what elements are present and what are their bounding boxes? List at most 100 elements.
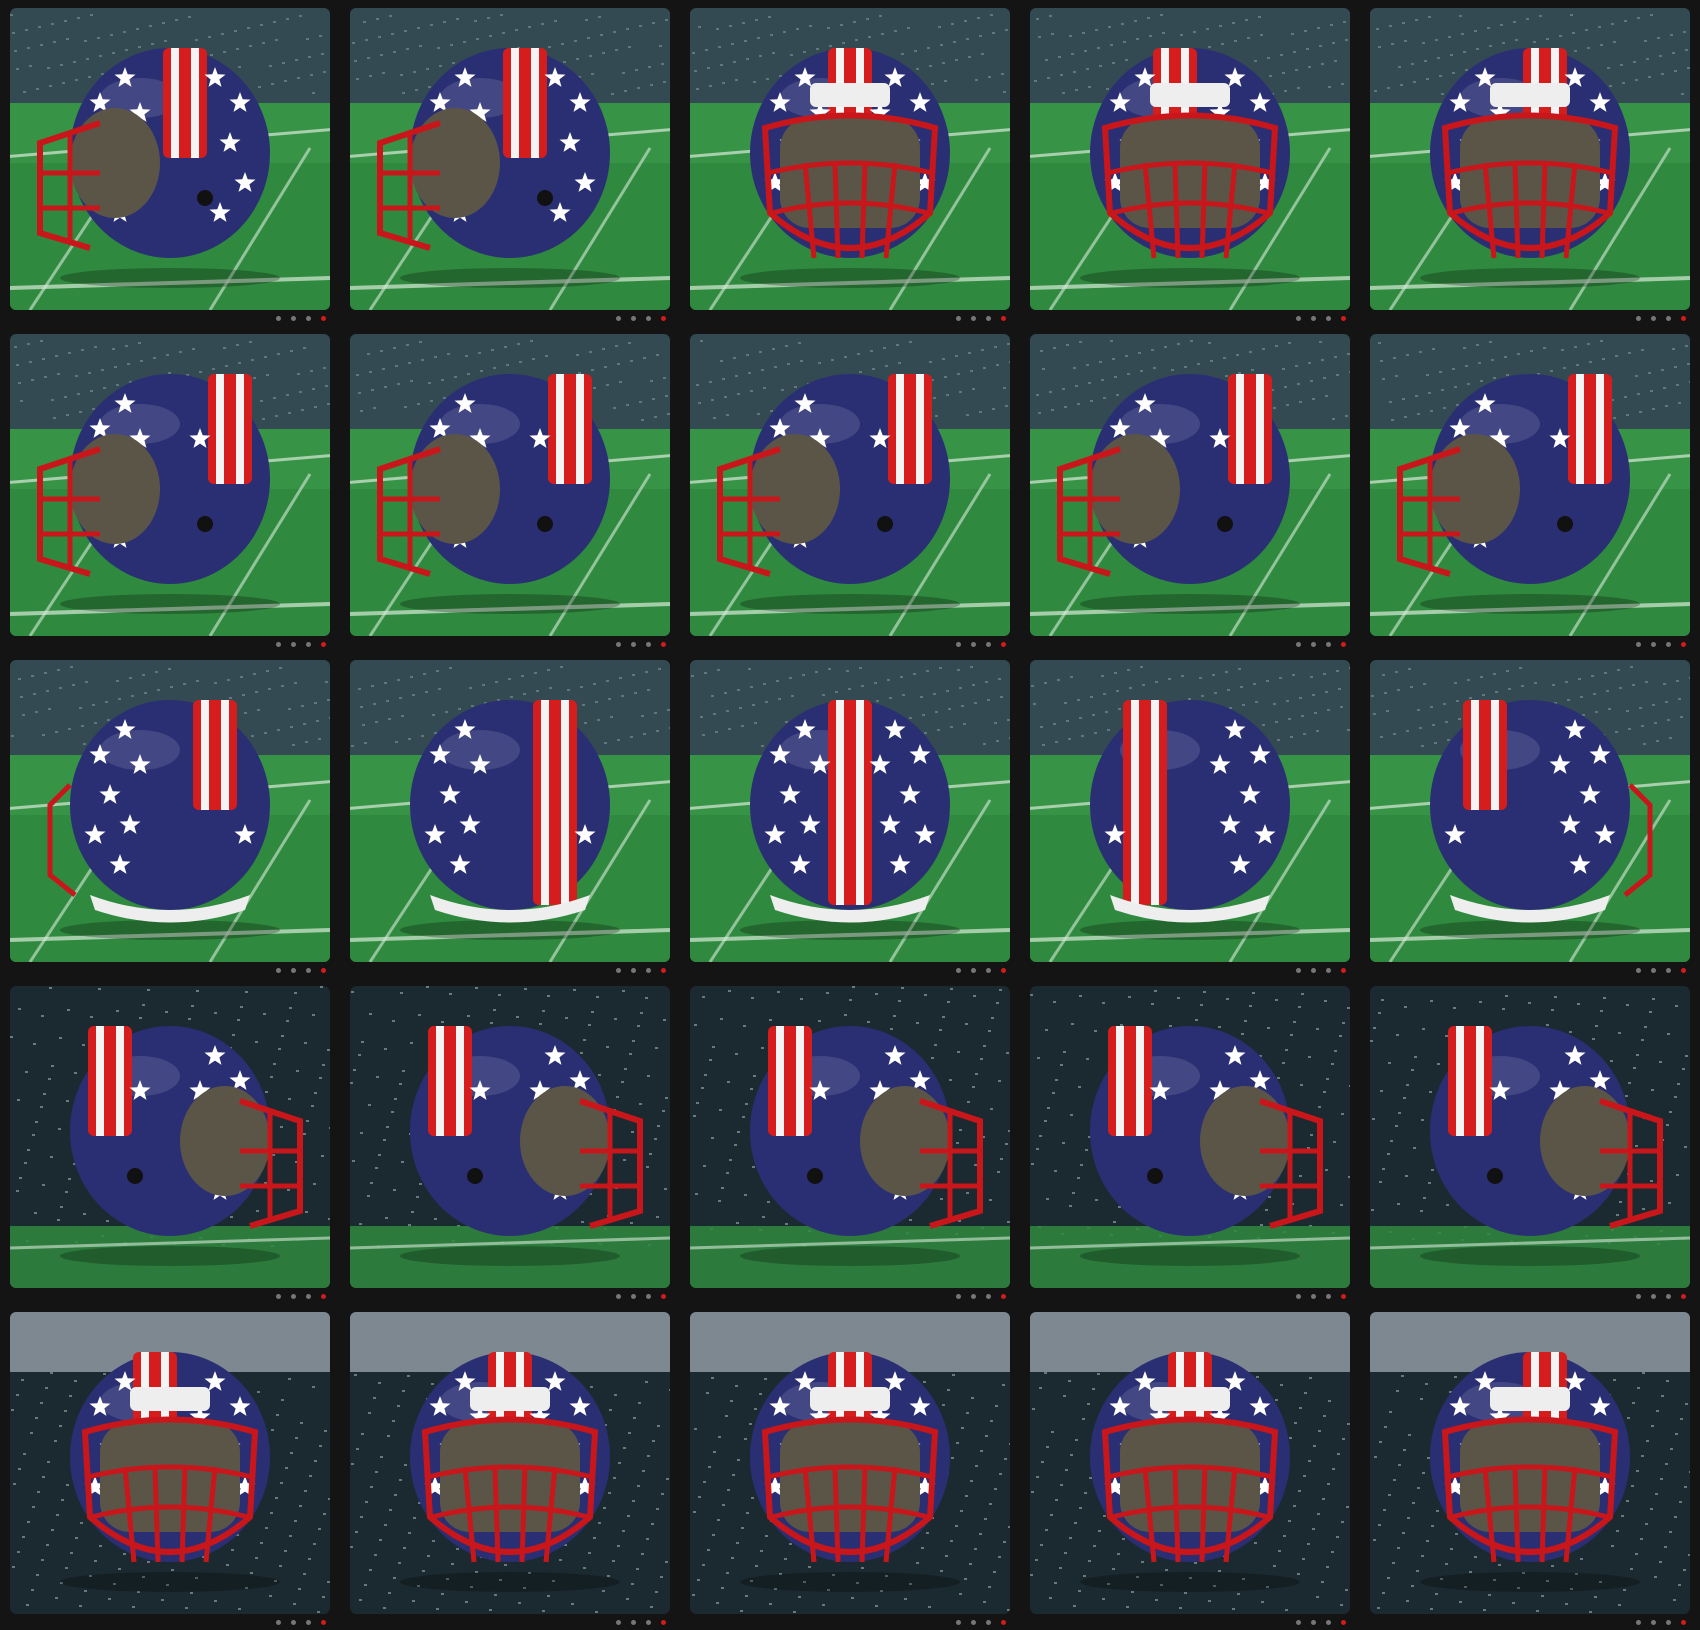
control-dot-icon: [971, 1293, 976, 1299]
helmet-render-right: [340, 978, 680, 1304]
render-frame: [1030, 986, 1350, 1288]
helmet-render-front-low-3: [1020, 1304, 1360, 1630]
helmet-render-front: [680, 0, 1020, 326]
control-dot-icon: [1311, 1619, 1316, 1625]
control-dot-icon: [1311, 967, 1316, 973]
control-dot-icon: [631, 315, 636, 321]
helmet-image: [1370, 334, 1690, 636]
control-dot-icon: [1666, 967, 1671, 973]
control-dot-icon: [1296, 1293, 1301, 1299]
helmet-render-front-left: [0, 0, 340, 326]
helmet-render-front-left-2: [340, 0, 680, 326]
record-indicator-icon: [1001, 1619, 1006, 1625]
render-frame: [1370, 334, 1690, 636]
viewport-controls: [1296, 1291, 1346, 1301]
record-indicator-icon: [661, 1293, 666, 1299]
helmet-image: [350, 986, 670, 1288]
record-indicator-icon: [661, 1619, 666, 1625]
viewport-controls: [956, 965, 1006, 975]
control-dot-icon: [646, 967, 651, 973]
control-dot-icon: [971, 1619, 976, 1625]
control-dot-icon: [1666, 641, 1671, 647]
viewport-controls: [1636, 1291, 1686, 1301]
helmet-image: [10, 1312, 330, 1614]
control-dot-icon: [306, 967, 311, 973]
helmet-image: [1030, 1312, 1350, 1614]
render-frame: [350, 8, 670, 310]
helmet-render-front-right: [1020, 0, 1360, 326]
record-indicator-icon: [1681, 1619, 1686, 1625]
control-dot-icon: [956, 1293, 961, 1299]
control-dot-icon: [646, 315, 651, 321]
helmet-image: [1370, 986, 1690, 1288]
control-dot-icon: [616, 641, 621, 647]
control-dot-icon: [1636, 1293, 1641, 1299]
control-dot-icon: [1666, 1293, 1671, 1299]
record-indicator-icon: [1341, 1619, 1346, 1625]
helmet-image: [690, 986, 1010, 1288]
render-frame: [10, 986, 330, 1288]
record-indicator-icon: [661, 641, 666, 647]
viewport-controls: [1296, 313, 1346, 323]
record-indicator-icon: [1681, 315, 1686, 321]
control-dot-icon: [276, 1619, 281, 1625]
viewport-controls: [276, 639, 326, 649]
control-dot-icon: [1296, 1619, 1301, 1625]
helmet-render-right-side: [680, 978, 1020, 1304]
helmet-turnaround-grid: [0, 0, 1700, 1630]
control-dot-icon: [291, 641, 296, 647]
control-dot-icon: [986, 1293, 991, 1299]
control-dot-icon: [291, 967, 296, 973]
helmet-render-left-front: [0, 326, 340, 652]
render-frame: [1030, 334, 1350, 636]
helmet-render-front-left-3: [1360, 0, 1700, 326]
viewport-controls: [956, 313, 1006, 323]
render-frame: [1370, 8, 1690, 310]
helmet-render-front-low-2: [680, 1304, 1020, 1630]
helmet-render-left-side: [680, 326, 1020, 652]
helmet-image: [1030, 986, 1350, 1288]
control-dot-icon: [306, 315, 311, 321]
helmet-image: [690, 8, 1010, 310]
helmet-render-front-left-low: [1360, 1304, 1700, 1630]
control-dot-icon: [646, 1619, 651, 1625]
helmet-render-left: [340, 326, 680, 652]
helmet-render-right-back: [0, 978, 340, 1304]
helmet-render-back: [680, 652, 1020, 978]
render-frame: [350, 1312, 670, 1614]
record-indicator-icon: [321, 967, 326, 973]
helmet-render-back-left-2: [340, 652, 680, 978]
control-dot-icon: [1666, 315, 1671, 321]
control-dot-icon: [971, 641, 976, 647]
control-dot-icon: [1651, 967, 1656, 973]
record-indicator-icon: [1001, 1293, 1006, 1299]
record-indicator-icon: [1341, 967, 1346, 973]
record-indicator-icon: [321, 1293, 326, 1299]
control-dot-icon: [956, 315, 961, 321]
control-dot-icon: [1636, 1619, 1641, 1625]
viewport-controls: [1296, 1617, 1346, 1627]
viewport-controls: [1296, 639, 1346, 649]
viewport-controls: [956, 639, 1006, 649]
helmet-image: [350, 660, 670, 962]
control-dot-icon: [1326, 1619, 1331, 1625]
helmet-image: [10, 660, 330, 962]
record-indicator-icon: [321, 315, 326, 321]
control-dot-icon: [1651, 315, 1656, 321]
control-dot-icon: [956, 641, 961, 647]
control-dot-icon: [291, 315, 296, 321]
viewport-controls: [956, 1617, 1006, 1627]
record-indicator-icon: [661, 967, 666, 973]
render-frame: [690, 8, 1010, 310]
control-dot-icon: [1326, 1293, 1331, 1299]
control-dot-icon: [1326, 641, 1331, 647]
record-indicator-icon: [1681, 967, 1686, 973]
viewport-controls: [616, 313, 666, 323]
helmet-render-back-right: [1020, 652, 1360, 978]
viewport-controls: [616, 1617, 666, 1627]
control-dot-icon: [276, 967, 281, 973]
helmet-image: [690, 660, 1010, 962]
helmet-image: [350, 1312, 670, 1614]
helmet-image: [350, 8, 670, 310]
helmet-image: [1030, 660, 1350, 962]
